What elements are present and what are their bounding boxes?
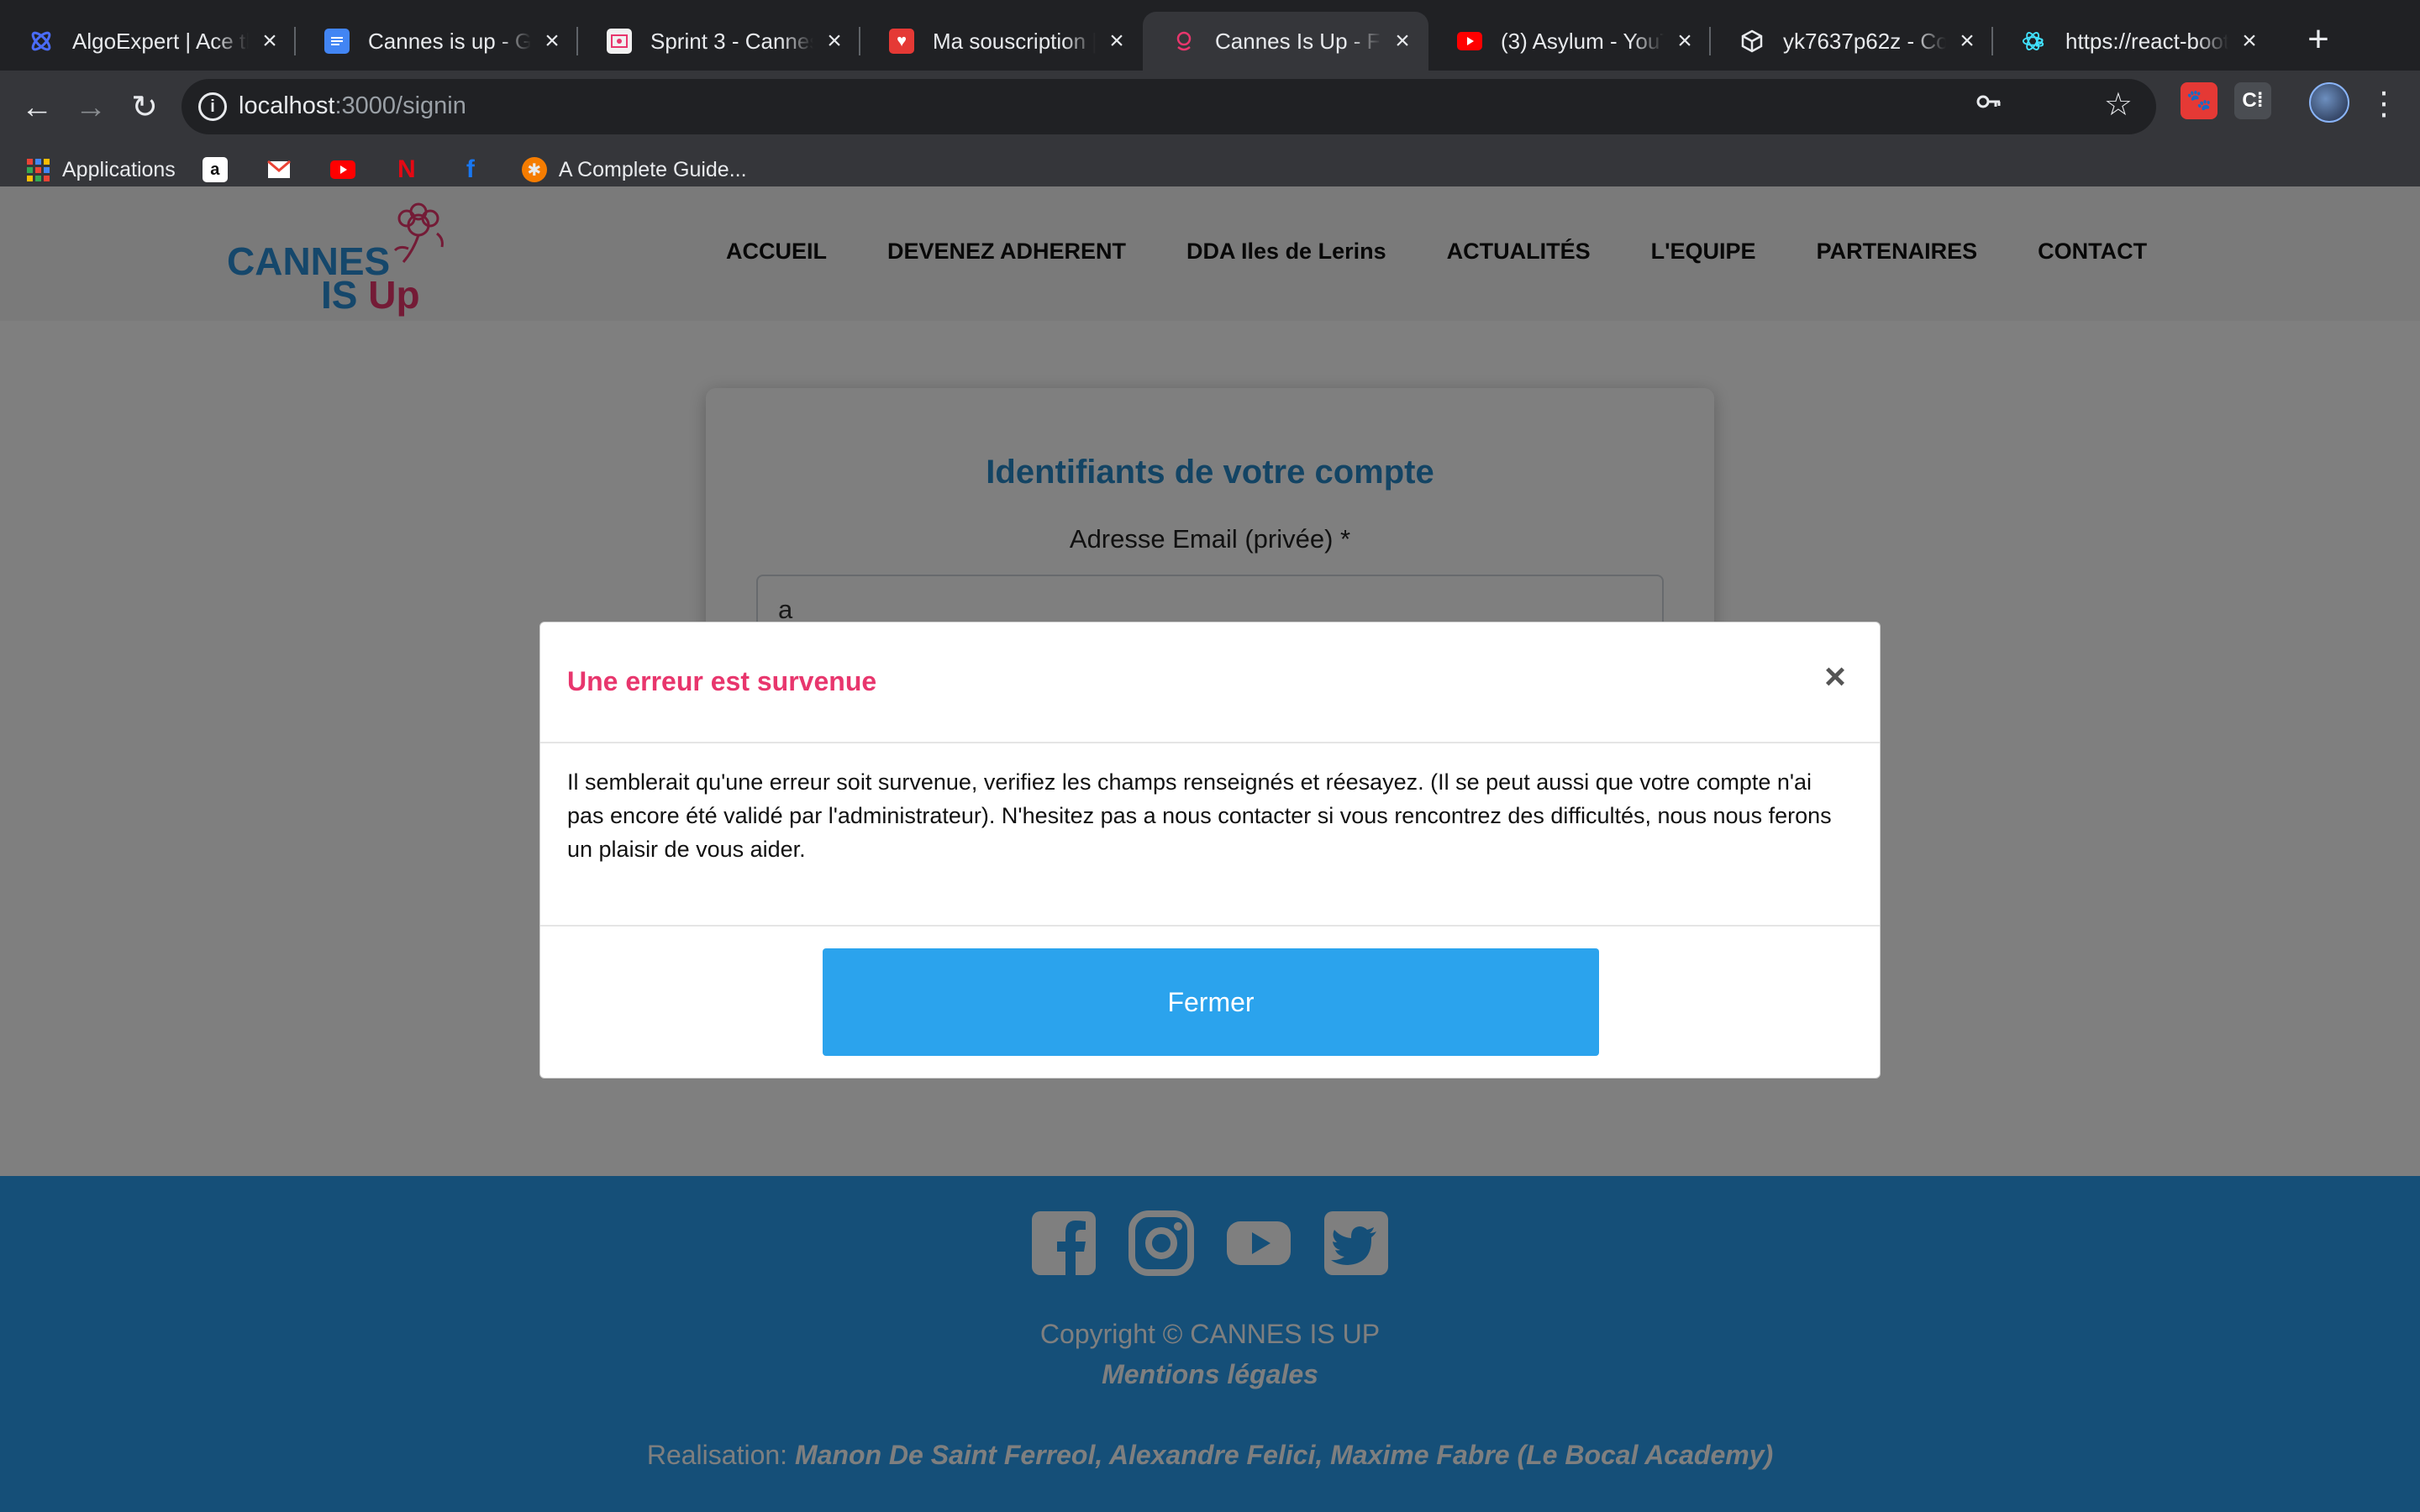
forward-arrow-icon[interactable]: →	[66, 82, 116, 133]
close-icon[interactable]: ×	[1390, 29, 1415, 54]
browser-tab[interactable]: yk7637p62z - CodeSandbox ×	[1711, 12, 1993, 71]
close-icon[interactable]: ×	[822, 29, 847, 54]
gmail-icon	[266, 157, 292, 182]
tab-title: Ma souscription |	[933, 28, 1096, 54]
apps-grid-icon	[25, 157, 50, 182]
key-icon[interactable]	[1975, 87, 2003, 123]
browser-toolbar: ← → ↻ i localhost:3000/signin ☆ 🐾 C⁞ ⋮ A…	[0, 71, 2420, 202]
modal-title: Une erreur est survenue	[567, 666, 877, 696]
tab-title: Cannes is up - Google	[368, 28, 531, 54]
close-icon[interactable]: ×	[257, 29, 282, 54]
react-bootstrap-icon: B	[2022, 29, 2047, 54]
tab-title: Sprint 3 - Cannes	[650, 28, 813, 54]
bookmark-star-icon[interactable]: ☆	[2104, 86, 2133, 123]
info-icon[interactable]: i	[198, 92, 227, 121]
extension-cs-icon[interactable]: C⁞	[2234, 82, 2271, 119]
address-bar[interactable]: i localhost:3000/signin ☆	[182, 79, 2156, 134]
browser-tab[interactable]: Sprint 3 - Cannes ×	[578, 12, 860, 71]
amazon-icon: a	[202, 157, 228, 182]
youtube-icon	[329, 160, 355, 179]
close-icon[interactable]: ×	[1672, 29, 1697, 54]
svg-text:B: B	[2035, 36, 2044, 50]
bookmark-gmail[interactable]	[266, 157, 303, 182]
back-arrow-icon[interactable]: ←	[12, 82, 62, 133]
bookmark-netflix[interactable]: N	[394, 155, 431, 183]
tab-title: AlgoExpert | Ace the	[72, 28, 249, 54]
google-docs-icon	[324, 29, 350, 54]
new-tab-button[interactable]: +	[2296, 18, 2341, 64]
tab-title: Cannes Is Up - Free	[1215, 28, 1381, 54]
browser-tab[interactable]: B https://react-bootstrap ×	[1993, 12, 2275, 71]
facebook-icon: f	[466, 155, 475, 183]
browser-tab-active[interactable]: Cannes Is Up - Free ×	[1143, 12, 1428, 71]
tab-title: yk7637p62z - CodeSandbox	[1783, 28, 1946, 54]
fermer-button[interactable]: Fermer	[823, 948, 1599, 1056]
bookmark-applications[interactable]: Applications	[25, 157, 176, 182]
browser-tab[interactable]: ♥ Ma souscription | ×	[860, 12, 1143, 71]
tab-title: (3) Asylum - YouTube	[1501, 28, 1664, 54]
browser-tab[interactable]: Cannes is up - Google ×	[296, 12, 578, 71]
browser-tab-bar: AlgoExpert | Ace the × Cannes is up - Go…	[0, 0, 2420, 71]
bookmark-youtube[interactable]	[329, 160, 367, 179]
close-icon[interactable]: ×	[539, 29, 565, 54]
reload-icon[interactable]: ↻	[119, 82, 170, 133]
modal-footer: Fermer	[540, 925, 1880, 1079]
browser-tab[interactable]: (3) Asylum - YouTube ×	[1428, 12, 1711, 71]
tab-title: https://react-bootstrap	[2065, 28, 2228, 54]
guide-icon: ✱	[521, 157, 547, 182]
algoexpert-icon	[29, 29, 54, 54]
netflix-icon: N	[397, 155, 416, 183]
modal-body-text: Il semblerait qu'une erreur soit survenu…	[567, 769, 1832, 862]
more-vert-icon[interactable]: ⋮	[2368, 79, 2400, 129]
codesandbox-icon	[1739, 29, 1765, 54]
extension-icon[interactable]: 🐾	[2181, 82, 2217, 119]
bookmark-facebook[interactable]: f	[458, 155, 495, 183]
close-icon[interactable]: ×	[1104, 29, 1129, 54]
heart-icon: ♥	[889, 29, 914, 54]
browser-tab[interactable]: AlgoExpert | Ace the ×	[0, 12, 296, 71]
close-icon[interactable]: ×	[2237, 29, 2262, 54]
avatar[interactable]	[2309, 82, 2349, 123]
close-icon[interactable]: ×	[1954, 29, 1980, 54]
bookmark-guide[interactable]: ✱ A Complete Guide...	[521, 157, 747, 182]
cannes-icon	[1171, 29, 1197, 54]
slides-icon	[607, 29, 632, 54]
youtube-icon	[1457, 32, 1482, 50]
close-icon[interactable]: ×	[1814, 656, 1856, 698]
url-text: localhost:3000/signin	[239, 92, 466, 119]
error-modal: Une erreur est survenue × Il semblerait …	[539, 622, 1881, 1079]
modal-header: Une erreur est survenue ×	[540, 622, 1880, 743]
bookmark-amazon[interactable]: a	[202, 157, 239, 182]
